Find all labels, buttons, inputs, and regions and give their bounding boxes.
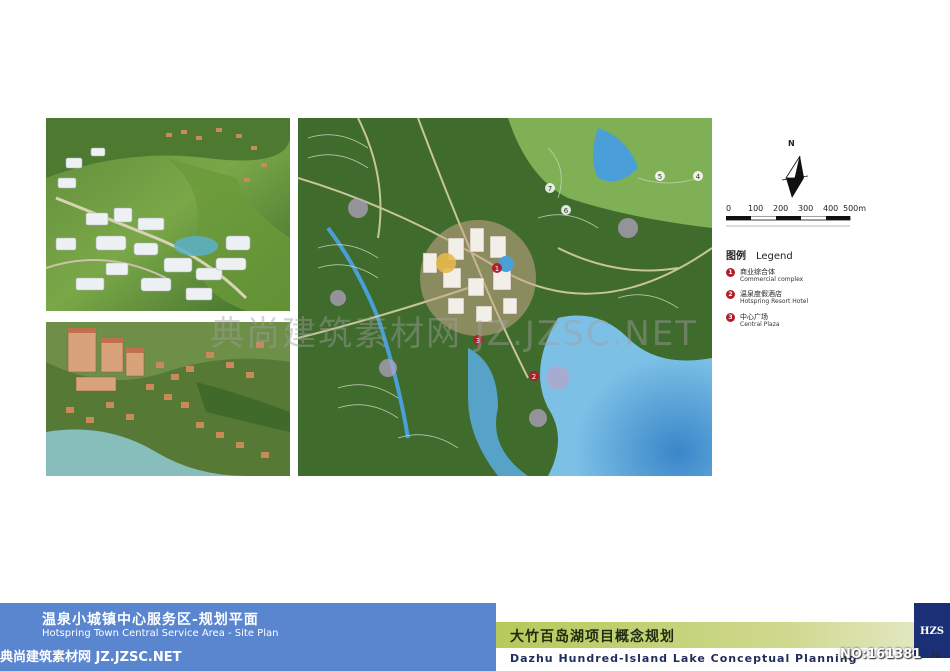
legend-title-en: Legend — [756, 251, 793, 262]
legend-label-en: Commercial complex — [740, 276, 804, 283]
scale-tick-500m: 500m — [843, 204, 867, 213]
page-number: 70 — [930, 651, 941, 660]
page-title-cn: 温泉小城镇中心服务区-规划平面 — [42, 612, 259, 628]
project-title-cn: 大竹百岛湖项目概念规划 — [510, 629, 675, 645]
scale-tick-0: 0 — [726, 204, 732, 213]
company-logo-text: HZS — [920, 626, 944, 637]
footer-watermark: 典尚建筑素材网 JZ.JZSC.NET — [0, 650, 182, 665]
scale-tick-300: 300 — [798, 204, 814, 213]
legend-label-en: Hotspring Resort Hotel — [740, 298, 809, 305]
watermark: 典尚建筑素材网 JZ.JZSC.NET — [210, 314, 699, 354]
page-title-en: Hotspring Town Central Service Area - Si… — [42, 628, 279, 639]
scale-tick-100: 100 — [748, 204, 764, 213]
legend-num: 2 — [726, 290, 735, 299]
project-title-en: Dazhu Hundred-Island Lake Conceptual Pla… — [510, 652, 858, 665]
legend-num: 1 — [726, 268, 735, 277]
scale-tick-400: 400 — [823, 204, 839, 213]
legend-label-en: Central Plaza — [740, 321, 780, 328]
plan-marker-1-label: 1 — [495, 265, 499, 273]
plan-marker-6-label: 6 — [564, 207, 569, 215]
aerial-render-top — [46, 118, 290, 311]
legend-num: 3 — [726, 313, 735, 322]
north-label: N — [788, 139, 795, 148]
site-plan-map: 1 2 3 4 5 6 7 — [298, 118, 712, 476]
plan-marker-4-label: 4 — [696, 173, 701, 181]
legend-title-cn: 图例 — [726, 251, 746, 262]
legend-title: 图例 Legend — [726, 247, 803, 262]
plan-marker-2-label: 2 — [532, 373, 536, 381]
serial-number: NO:161381 — [840, 647, 922, 662]
north-arrow-icon: N — [778, 138, 810, 206]
plan-marker-5-label: 5 — [658, 173, 662, 181]
plan-marker-7-label: 7 — [548, 185, 552, 193]
footer-spacer — [496, 603, 950, 622]
scale-bar: 0 100 200 300 400 500m — [726, 204, 867, 234]
scale-tick-200: 200 — [773, 204, 789, 213]
